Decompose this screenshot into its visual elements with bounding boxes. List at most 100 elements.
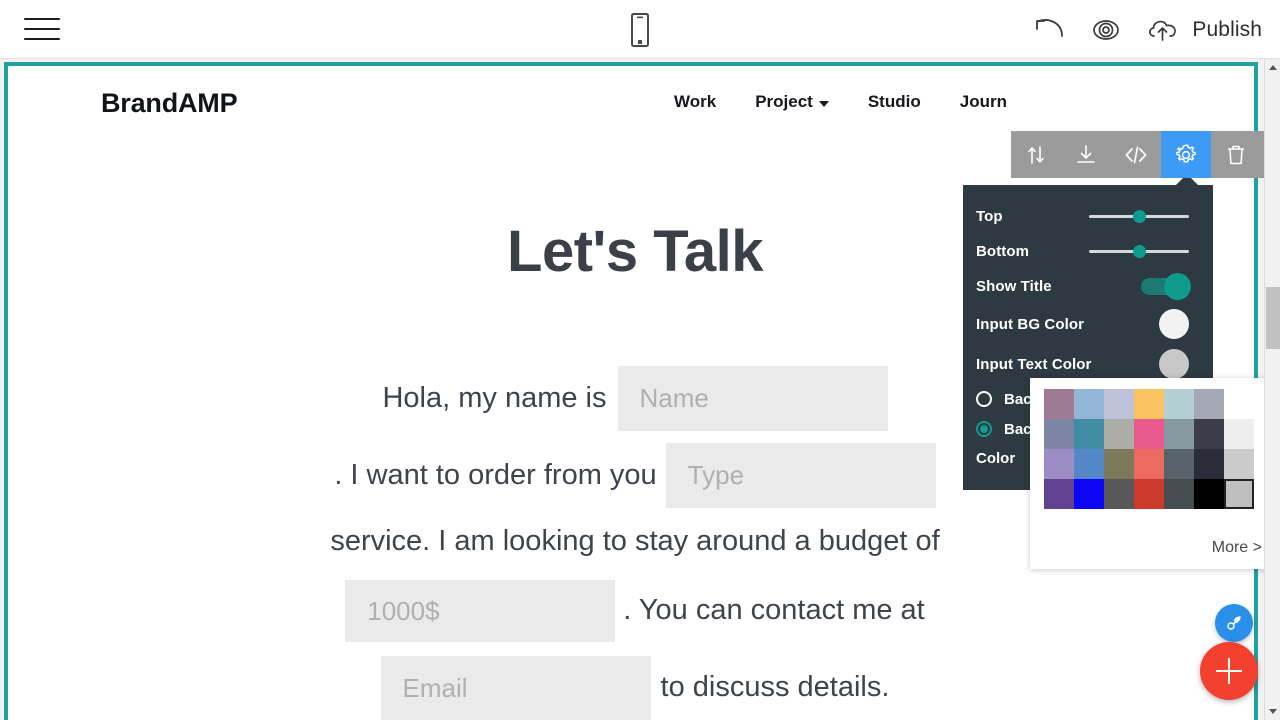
color-swatch[interactable] — [1134, 449, 1164, 479]
block-toolbar — [1011, 131, 1264, 178]
setting-label: Top — [976, 208, 1003, 225]
color-swatch[interactable] — [1044, 389, 1074, 419]
radio-selected[interactable] — [976, 421, 992, 437]
name-input[interactable] — [617, 366, 888, 431]
vertical-scrollbar[interactable] — [1264, 59, 1280, 720]
color-swatch[interactable] — [1194, 449, 1224, 479]
publish-button[interactable]: Publish — [1145, 16, 1262, 44]
form-text-1: Hola, my name is — [382, 381, 607, 414]
nav-item-project[interactable]: Project — [755, 92, 829, 112]
color-swatch[interactable] — [1224, 389, 1254, 419]
color-swatch[interactable] — [1224, 449, 1254, 479]
undo-arrow-icon[interactable] — [1033, 16, 1067, 44]
bottom-slider[interactable] — [1089, 245, 1189, 258]
form-text-4: . You can contact me at — [623, 594, 925, 627]
mobile-device-icon[interactable] — [618, 8, 662, 52]
paintbrush-fab-button[interactable] — [1215, 604, 1253, 642]
scroll-up-arrow-icon[interactable] — [1265, 59, 1280, 76]
nav-item-journal[interactable]: Journ — [960, 92, 1007, 112]
cloud-upload-icon — [1149, 20, 1177, 41]
toggle-knob — [1164, 273, 1191, 300]
trash-glyph — [1227, 145, 1245, 164]
gear-icon[interactable] — [1161, 131, 1211, 178]
budget-input[interactable] — [345, 580, 616, 642]
nav-item-work[interactable]: Work — [674, 92, 716, 112]
radio-unselected[interactable] — [976, 391, 992, 407]
color-swatch[interactable] — [1074, 479, 1104, 509]
color-swatch[interactable] — [1134, 479, 1164, 509]
setting-label: Input BG Color — [976, 315, 1085, 333]
download-glyph — [1077, 144, 1095, 163]
form-row: . You can contact me at — [8, 580, 1262, 642]
color-swatch[interactable] — [1134, 389, 1164, 419]
setting-row-input-bg: Input BG Color — [963, 304, 1213, 344]
color-swatch[interactable] — [1104, 419, 1134, 449]
nav-item-studio[interactable]: Studio — [868, 92, 921, 112]
add-block-fab-button[interactable] — [1200, 642, 1258, 700]
site-header: BrandAMP Work Project Studio Journ — [8, 66, 1254, 138]
color-swatch[interactable] — [1074, 449, 1104, 479]
slider-knob[interactable] — [1133, 245, 1146, 258]
nav-label: Journ — [959, 92, 1007, 111]
color-swatch[interactable] — [1164, 389, 1194, 419]
trash-icon[interactable] — [1211, 131, 1261, 178]
app-toolbar-actions: Publish — [1033, 0, 1262, 59]
publish-label: Publish — [1192, 17, 1262, 41]
color-swatch[interactable] — [1104, 449, 1134, 479]
code-icon[interactable] — [1111, 131, 1161, 178]
move-updown-icon[interactable] — [1011, 131, 1061, 178]
setting-row-bottom: Bottom — [963, 234, 1213, 269]
slider-knob[interactable] — [1133, 210, 1146, 223]
color-swatch[interactable] — [1074, 389, 1104, 419]
top-slider[interactable] — [1089, 210, 1189, 223]
form-text-2: . I want to order from you — [334, 458, 657, 491]
input-text-color-swatch[interactable] — [1159, 349, 1189, 379]
email-input[interactable] — [380, 656, 651, 720]
form-text-3: service. I am looking to stay around a b… — [330, 525, 940, 557]
color-picker-flyout: More > — [1030, 378, 1280, 569]
setting-label: Input Text Color — [976, 355, 1092, 373]
eye-glyph — [1093, 19, 1120, 40]
input-bg-color-swatch[interactable] — [1159, 309, 1189, 339]
color-swatch[interactable] — [1164, 449, 1194, 479]
color-swatch[interactable] — [1164, 419, 1194, 449]
mobile-device-glyph — [631, 13, 649, 47]
eye-icon[interactable] — [1089, 17, 1123, 43]
scroll-down-arrow-icon[interactable] — [1265, 703, 1280, 720]
triangle-down — [1269, 709, 1277, 714]
color-swatch[interactable] — [1224, 479, 1254, 509]
brand-logo[interactable]: BrandAMP — [101, 88, 238, 119]
color-swatch[interactable] — [1044, 479, 1074, 509]
show-title-toggle[interactable] — [1141, 273, 1191, 300]
scrollbar-thumb[interactable] — [1266, 287, 1280, 349]
type-input[interactable] — [665, 443, 936, 508]
triangle-up — [1269, 65, 1277, 70]
code-glyph — [1125, 146, 1147, 163]
hamburger-line — [24, 38, 60, 40]
color-swatch[interactable] — [1164, 479, 1194, 509]
color-swatch[interactable] — [1104, 479, 1134, 509]
canvas-viewport: BrandAMP Work Project Studio Journ Let's… — [0, 59, 1280, 720]
more-colors-link[interactable]: More > — [1212, 539, 1262, 557]
setting-row-top: Top — [963, 199, 1213, 234]
color-swatch[interactable] — [1134, 419, 1164, 449]
color-swatch[interactable] — [1224, 419, 1254, 449]
color-swatch-grid — [1044, 389, 1254, 509]
app-toolbar: Publish — [0, 0, 1280, 59]
download-icon[interactable] — [1061, 131, 1111, 178]
hamburger-line — [24, 18, 60, 20]
hamburger-icon[interactable] — [24, 14, 60, 44]
undo-glyph — [1036, 18, 1064, 37]
color-swatch[interactable] — [1044, 449, 1074, 479]
color-swatch[interactable] — [1074, 419, 1104, 449]
plus-icon — [1228, 658, 1230, 684]
color-swatch[interactable] — [1194, 479, 1224, 509]
setting-row-show-title: Show Title — [963, 269, 1213, 304]
setting-label: Show Title — [976, 278, 1052, 295]
color-swatch[interactable] — [1044, 419, 1074, 449]
nav-label: Work — [674, 92, 717, 111]
color-swatch[interactable] — [1104, 389, 1134, 419]
move-updown-glyph — [1028, 145, 1044, 164]
color-swatch[interactable] — [1194, 419, 1224, 449]
color-swatch[interactable] — [1194, 389, 1224, 419]
